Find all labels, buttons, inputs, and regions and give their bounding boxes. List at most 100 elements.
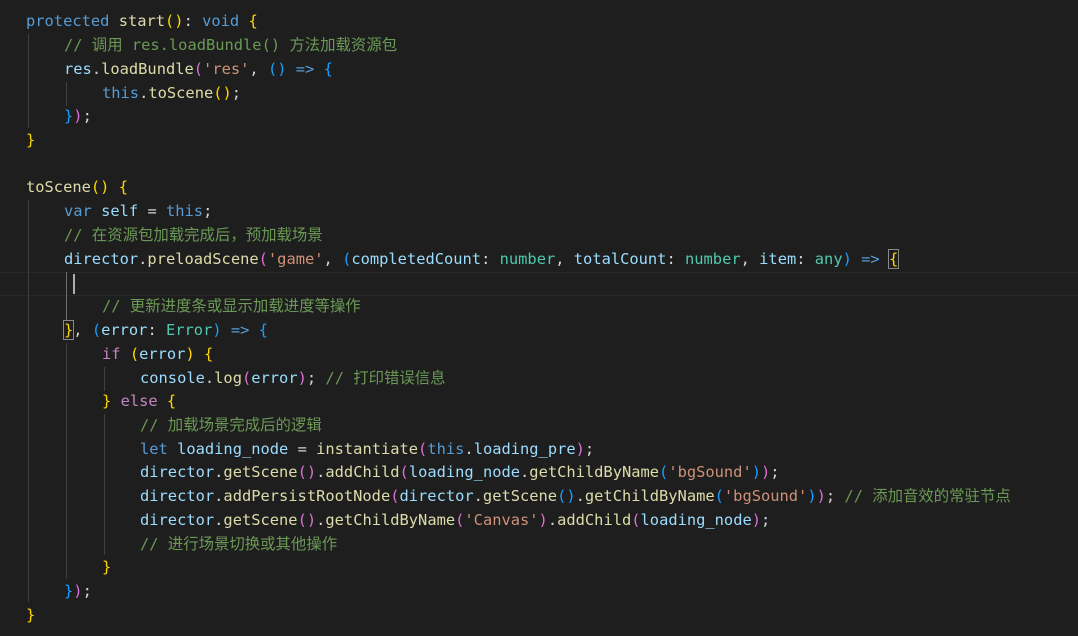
code-token: getScene	[223, 463, 298, 481]
code-line[interactable]: }	[26, 129, 35, 153]
code-token: any	[814, 250, 843, 268]
code-token: :	[666, 250, 685, 268]
code-line[interactable]: }	[26, 604, 35, 628]
code-token: )	[73, 107, 83, 125]
code-token: )	[538, 511, 548, 529]
code-token: (	[418, 440, 428, 458]
code-token: ;	[82, 107, 92, 125]
code-token: ;	[770, 463, 780, 481]
code-token: if	[102, 345, 121, 363]
code-token: ()	[557, 487, 576, 505]
code-line[interactable]: let loading_node = instantiate(this.load…	[140, 438, 594, 462]
code-token: // 进行场景切换或其他操作	[140, 535, 338, 553]
code-line[interactable]: this.toScene();	[102, 82, 241, 106]
code-token: addPersistRootNode	[223, 487, 391, 505]
code-token: }	[62, 320, 75, 340]
code-token: ;	[761, 511, 771, 529]
indent-guide	[104, 367, 105, 391]
code-token: toScene	[26, 178, 91, 196]
code-token: .	[139, 84, 149, 102]
code-token: .	[575, 487, 585, 505]
code-line[interactable]: }	[102, 556, 111, 580]
code-token: loading_node	[640, 511, 752, 529]
code-token: this	[165, 202, 204, 220]
code-token: (	[342, 250, 352, 268]
code-token: (	[659, 463, 669, 481]
code-token: else	[120, 392, 158, 410]
code-line[interactable]: toScene() {	[26, 176, 128, 200]
code-token: ,	[323, 250, 343, 268]
text-cursor	[73, 274, 75, 294]
code-token: (	[241, 369, 252, 387]
code-line[interactable]: director.addPersistRootNode(director.get…	[140, 485, 1011, 509]
code-line[interactable]: } else {	[102, 390, 176, 414]
code-token: (	[258, 250, 268, 268]
code-token: // 打印错误信息	[325, 369, 446, 387]
code-token: ;	[584, 440, 595, 458]
code-token: {	[166, 392, 177, 410]
code-token: completedCount	[351, 250, 482, 268]
code-token: // 调用 res.loadBundle() 方法加载资源包	[64, 36, 398, 54]
code-editor[interactable]: protected start(): void { // 调用 res.load…	[0, 0, 1078, 636]
code-token: addChild	[557, 511, 632, 529]
code-line[interactable]: director.preloadScene('game', (completed…	[64, 248, 900, 272]
code-line[interactable]: // 进行场景切换或其他操作	[140, 533, 337, 557]
code-token: ()	[90, 178, 110, 196]
code-token: .	[547, 511, 558, 529]
code-line[interactable]: if (error) {	[102, 343, 213, 367]
code-token: loading_node	[408, 463, 521, 481]
code-token: error	[139, 345, 186, 363]
code-token: }	[26, 606, 36, 624]
code-token: }	[102, 392, 112, 410]
code-token: number	[499, 250, 556, 268]
code-token: 'bgSound'	[668, 463, 752, 481]
code-token: )	[751, 511, 762, 529]
code-token: item	[759, 250, 797, 268]
code-token: )	[807, 487, 817, 505]
code-token: (	[455, 511, 465, 529]
code-line[interactable]: var self = this;	[64, 200, 212, 224]
code-line[interactable]: res.loadBundle('res', () => {	[64, 58, 333, 82]
code-token: )	[842, 250, 852, 268]
code-line[interactable]: // 调用 res.loadBundle() 方法加载资源包	[64, 34, 397, 58]
code-token: =>	[230, 321, 250, 339]
code-token: // 加载场景完成后的逻辑	[140, 416, 322, 434]
code-token: .	[204, 369, 215, 387]
code-token: ,	[249, 60, 268, 78]
code-line[interactable]: protected start(): void {	[26, 10, 258, 34]
code-token: getChildByName	[325, 511, 456, 529]
code-token: res	[64, 60, 92, 78]
code-token: ;	[825, 487, 845, 505]
code-token: addChild	[325, 463, 400, 481]
code-token: )	[816, 487, 826, 505]
code-line[interactable]: console.log(error); // 打印错误信息	[140, 367, 446, 391]
code-token: :	[796, 250, 815, 268]
code-token: director	[140, 511, 215, 529]
code-line[interactable]: // 更新进度条或显示加载进度等操作	[102, 295, 361, 319]
code-token: )	[212, 321, 222, 339]
code-token: ;	[306, 369, 326, 387]
code-line[interactable]: // 加载场景完成后的逻辑	[140, 414, 322, 438]
code-token: loading_pre	[473, 440, 576, 458]
code-line[interactable]: director.getScene().addChild(loading_nod…	[140, 461, 780, 485]
code-line[interactable]: }, (error: Error) => {	[62, 319, 268, 343]
code-token: ,	[555, 250, 574, 268]
code-line[interactable]: director.getScene().getChildByName('Canv…	[140, 509, 770, 533]
code-token: }	[26, 131, 36, 149]
code-line[interactable]: });	[64, 105, 92, 129]
code-token: console	[140, 369, 205, 387]
code-token: {	[323, 60, 333, 78]
code-token: this	[427, 440, 465, 458]
code-token: director	[399, 487, 474, 505]
code-token: :	[183, 12, 203, 30]
code-line[interactable]: });	[64, 580, 92, 604]
code-token: director	[140, 487, 215, 505]
code-line[interactable]: // 在资源包加载完成后，预加载场景	[64, 224, 323, 248]
code-token: (	[129, 345, 140, 363]
code-token: protected	[26, 12, 110, 30]
